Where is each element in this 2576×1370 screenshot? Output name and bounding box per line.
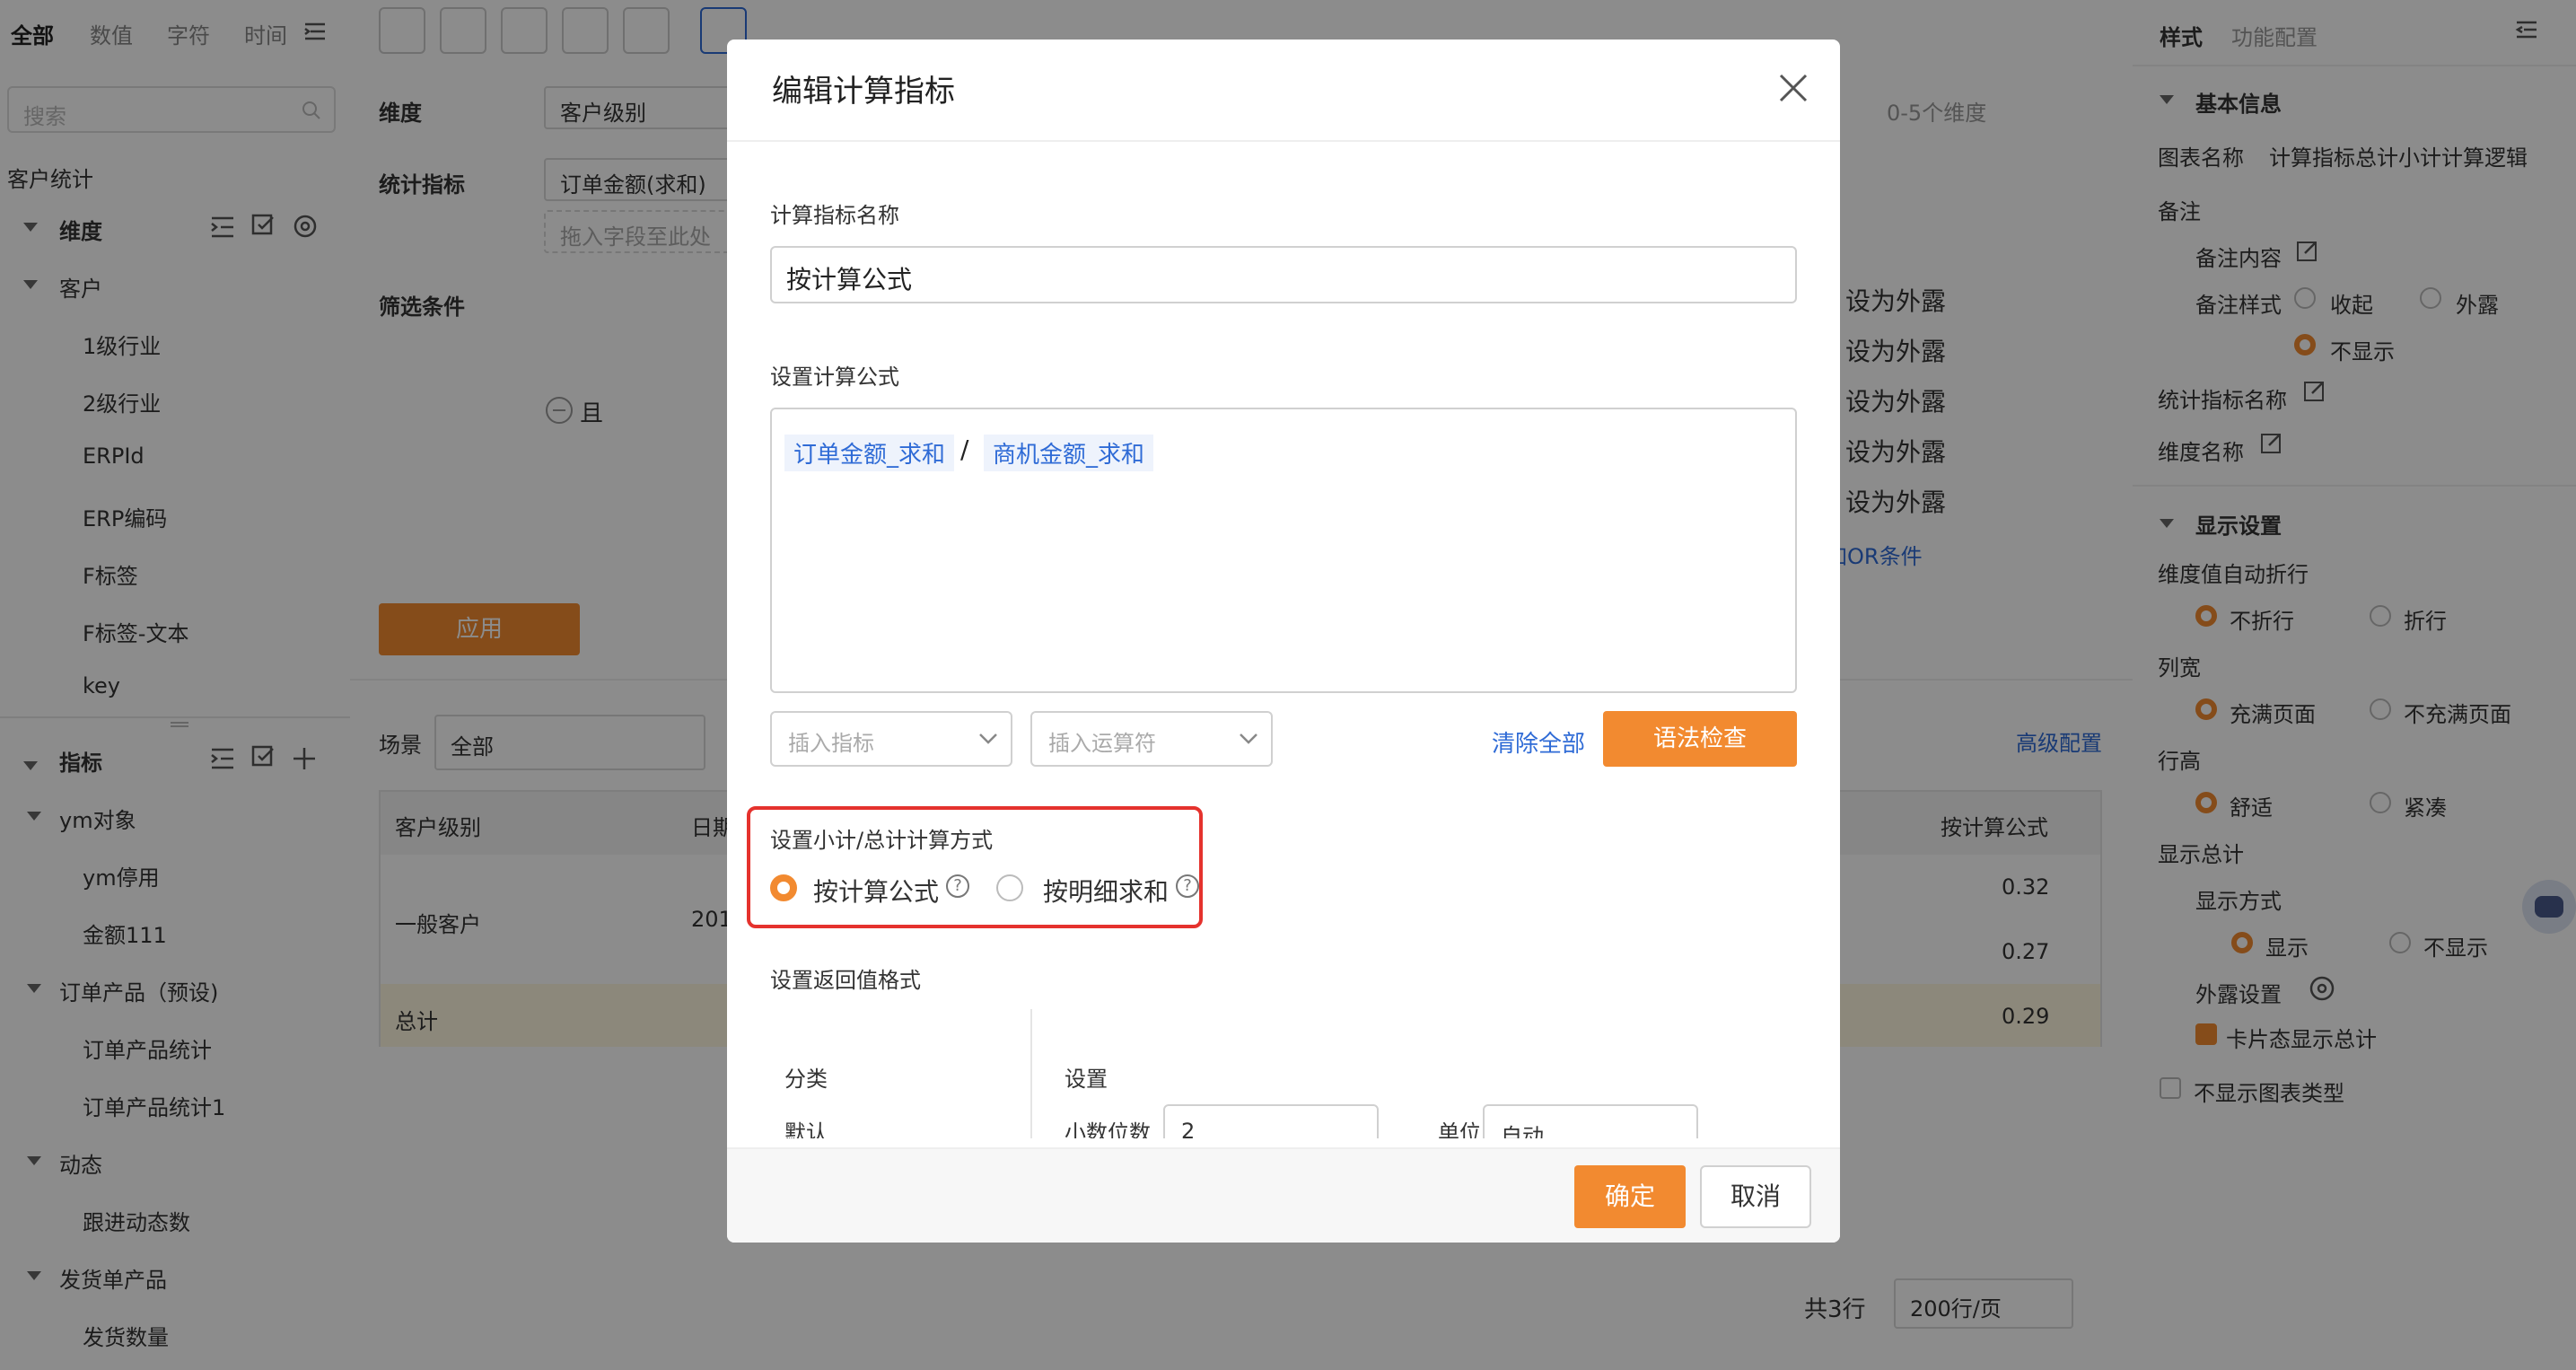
- unit-value: 自动: [1501, 1124, 1544, 1138]
- category-header: 分类: [784, 1067, 828, 1092]
- formula-option-radio[interactable]: [770, 874, 797, 901]
- detail-sum-option-label: 按明细求和: [1043, 877, 1170, 907]
- formula-operator: /: [960, 435, 969, 464]
- name-label: 计算指标名称: [770, 203, 899, 228]
- help-icon[interactable]: ?: [1176, 874, 1199, 898]
- chevron-down-icon: [979, 733, 997, 744]
- formula-label: 设置计算公式: [770, 364, 899, 390]
- metric-name-value: 按计算公式: [786, 265, 913, 294]
- help-icon[interactable]: ?: [946, 874, 969, 898]
- insert-operator-select[interactable]: 插入运算符: [1030, 711, 1273, 767]
- unit-label: 单位: [1438, 1120, 1481, 1138]
- confirm-button[interactable]: 确定: [1574, 1165, 1686, 1228]
- subtotal-label: 设置小计/总计计算方式: [770, 828, 994, 853]
- decimals-label: 小数位数: [1065, 1120, 1151, 1138]
- chevron-down-icon: [1240, 733, 1257, 744]
- insert-operator-placeholder: 插入运算符: [1048, 731, 1156, 756]
- format-divider: [1030, 1009, 1032, 1138]
- dialog-title: 编辑计算指标: [772, 74, 955, 110]
- header-divider: [727, 140, 1840, 142]
- decimals-value: 2: [1181, 1119, 1196, 1138]
- formula-option-label: 按计算公式: [813, 877, 940, 907]
- insert-metric-placeholder: 插入指标: [788, 731, 874, 756]
- category-default[interactable]: 默认: [784, 1115, 828, 1138]
- cancel-button[interactable]: 取消: [1700, 1165, 1811, 1228]
- clear-all-link[interactable]: 清除全部: [1492, 725, 1585, 759]
- edit-calculated-metric-dialog: 编辑计算指标 计算指标名称 按计算公式 设置计算公式 订单金额_求和 / 商机金…: [727, 40, 1840, 1243]
- format-settings-area: 分类 默认 设置 小数位数 2 单位 自动: [770, 989, 1797, 1138]
- formula-editor[interactable]: 订单金额_求和 / 商机金额_求和: [770, 408, 1797, 693]
- settings-header: 设置: [1065, 1067, 1108, 1092]
- decimals-select[interactable]: 2: [1163, 1104, 1379, 1138]
- metric-name-input[interactable]: 按计算公式: [770, 246, 1797, 303]
- formula-token-metric[interactable]: 商机金额_求和: [984, 435, 1154, 471]
- unit-select[interactable]: 自动: [1483, 1104, 1698, 1138]
- insert-metric-select[interactable]: 插入指标: [770, 711, 1012, 767]
- syntax-check-button[interactable]: 语法检查: [1603, 711, 1797, 767]
- formula-token-metric[interactable]: 订单金额_求和: [784, 435, 955, 471]
- close-icon[interactable]: [1777, 72, 1809, 104]
- detail-sum-option-radio[interactable]: [996, 874, 1023, 901]
